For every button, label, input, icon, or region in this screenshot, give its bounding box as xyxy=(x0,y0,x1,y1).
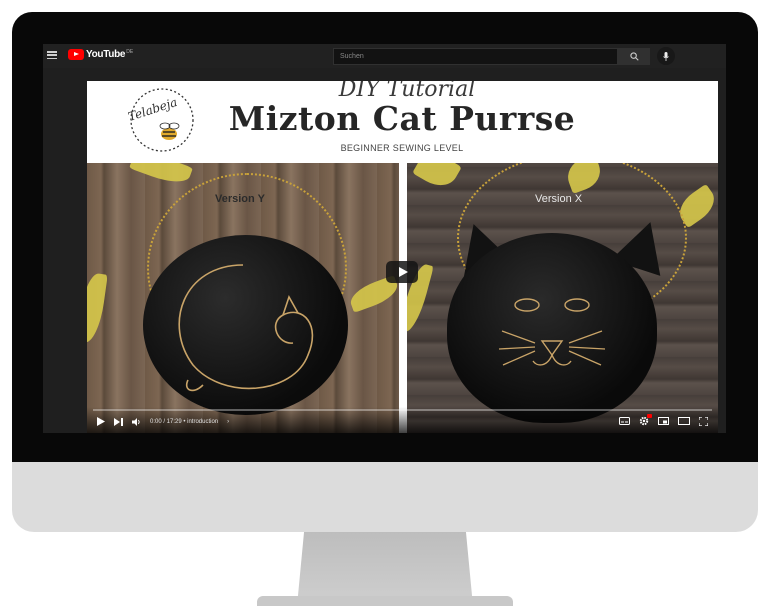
youtube-play-icon xyxy=(68,49,84,60)
play-button[interactable] xyxy=(97,417,105,426)
cat-purse xyxy=(447,233,657,423)
play-icon xyxy=(97,417,105,426)
voice-search-button[interactable] xyxy=(657,47,675,65)
country-code: DE xyxy=(126,48,134,55)
play-overlay-button[interactable] xyxy=(386,261,418,283)
photo-divider xyxy=(399,163,407,433)
next-button[interactable] xyxy=(114,417,123,426)
leaf xyxy=(87,271,108,345)
search-icon xyxy=(629,52,639,61)
miniplayer-button[interactable] xyxy=(658,417,669,425)
search-input[interactable]: Suchen xyxy=(333,48,618,65)
fullscreen-icon xyxy=(699,416,708,426)
round-purse xyxy=(143,235,348,415)
theater-mode-button[interactable] xyxy=(678,417,690,425)
player-controls: 0:00 / 17:29 • introduction › xyxy=(87,407,718,433)
photo-version-x: Version X xyxy=(407,163,718,433)
miniplayer-icon xyxy=(658,417,669,425)
subtitles-button[interactable] xyxy=(619,417,630,425)
level-subtitle: BEGINNER SEWING LEVEL xyxy=(340,143,464,153)
curled-cat-stitching xyxy=(178,264,314,392)
version-x-label: Version X xyxy=(535,193,583,205)
chapter-chevron-icon[interactable]: › xyxy=(227,419,229,425)
youtube-logo[interactable]: YouTube DE xyxy=(68,49,133,60)
hd-badge xyxy=(647,414,652,418)
play-icon xyxy=(398,267,408,277)
mute-button[interactable] xyxy=(132,417,141,426)
version-y-label: Version Y xyxy=(215,193,265,205)
monitor-chin xyxy=(12,462,758,532)
video-player[interactable]: Telabeja DIY Tutorial Mizton Cat Purrse … xyxy=(87,81,718,433)
time-display: 0:00 / 17:29 • introduction xyxy=(150,418,219,425)
subtitles-icon xyxy=(619,417,630,425)
monitor-stand-foot xyxy=(257,596,513,606)
youtube-logo-text: YouTube xyxy=(86,49,126,60)
fullscreen-button[interactable] xyxy=(699,416,708,426)
video-title: Mizton Cat Purrse xyxy=(228,99,576,138)
theater-mode-icon xyxy=(678,417,690,425)
photo-version-y: Version Y xyxy=(87,163,399,433)
leaf xyxy=(129,163,193,189)
skip-next-icon xyxy=(114,417,123,426)
volume-icon xyxy=(132,417,140,426)
cat-face-stitching xyxy=(498,298,606,366)
leaf xyxy=(412,163,462,193)
monitor-stand xyxy=(297,532,473,606)
youtube-header: YouTube DE Suchen xyxy=(43,44,726,68)
settings-button[interactable] xyxy=(639,414,652,426)
progress-bar[interactable] xyxy=(93,409,712,411)
screen: YouTube DE Suchen Telabeja DIY Tutorial … xyxy=(43,44,726,433)
thumbnail-title-banner: Telabeja DIY Tutorial Mizton Cat Purrse … xyxy=(87,81,718,163)
search-button[interactable] xyxy=(618,48,650,65)
microphone-icon xyxy=(663,51,669,61)
menu-icon[interactable] xyxy=(47,51,57,59)
